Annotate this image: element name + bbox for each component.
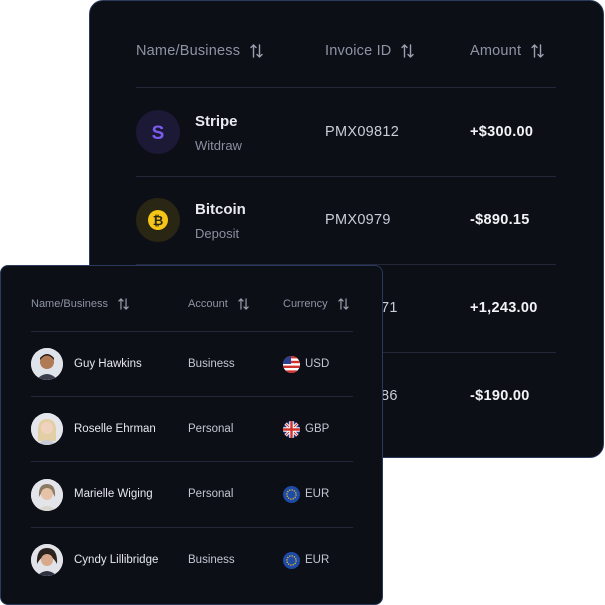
avatar — [31, 348, 63, 380]
svg-text:₿: ₿ — [153, 213, 164, 228]
currency-code: EUR — [305, 554, 330, 566]
divider — [31, 461, 353, 462]
stripe-logo-icon: S — [136, 110, 180, 154]
row-type: Witdraw — [195, 138, 242, 153]
header-currency-label: Currency — [283, 298, 328, 310]
row-name: Cyndy Lillibridge — [74, 554, 159, 566]
avatar — [31, 479, 63, 511]
divider — [31, 396, 353, 397]
amount: +1,243.00 — [470, 300, 538, 316]
header-amount-label: Amount — [470, 43, 522, 59]
header-currency[interactable]: Currency — [283, 298, 349, 310]
svg-text:S: S — [152, 123, 165, 144]
account-type: Personal — [188, 423, 234, 435]
uk-flag-icon — [283, 421, 300, 438]
eu-flag-icon — [283, 486, 300, 503]
sort-icon[interactable] — [401, 44, 415, 58]
invoice-id: PMX09812 — [325, 124, 400, 140]
divider — [136, 87, 556, 88]
invoice-id: 71 — [381, 300, 398, 316]
invoice-id: PMX0979 — [325, 212, 391, 228]
row-name: Guy Hawkins — [74, 358, 142, 370]
amount: +$300.00 — [470, 124, 534, 140]
header-amount[interactable]: Amount — [470, 43, 544, 59]
row-name: Roselle Ehrman — [74, 423, 156, 435]
header-name-business[interactable]: Name/Business — [136, 43, 263, 59]
row-type: Deposit — [195, 226, 240, 241]
header-invoice-id[interactable]: Invoice ID — [325, 43, 415, 59]
us-flag-icon — [283, 356, 300, 373]
header-invoice-id-label: Invoice ID — [325, 43, 392, 59]
account-type: Business — [188, 358, 235, 370]
avatar — [31, 544, 63, 576]
currency-code: GBP — [305, 423, 330, 435]
bitcoin-logo-icon: ₿ — [136, 198, 180, 242]
sort-icon[interactable] — [531, 44, 544, 58]
sort-icon[interactable] — [118, 298, 129, 310]
header-name-business-label: Name/Business — [136, 43, 241, 59]
divider — [31, 527, 353, 528]
currency-code: USD — [305, 358, 330, 370]
divider — [136, 176, 556, 177]
amount: -$190.00 — [470, 388, 530, 404]
header-account-label: Account — [188, 298, 228, 310]
account-type: Business — [188, 554, 235, 566]
account-type: Personal — [188, 488, 234, 500]
avatar — [31, 413, 63, 445]
sort-icon[interactable] — [238, 298, 249, 310]
amount: -$890.15 — [470, 212, 530, 228]
row-name: Marielle Wiging — [74, 488, 153, 500]
accounts-table-card: Name/Business Account Currency Guy Hawki… — [0, 265, 383, 605]
sort-icon[interactable] — [337, 298, 349, 310]
eu-flag-icon — [283, 552, 300, 569]
sort-icon[interactable] — [250, 44, 263, 58]
header-account[interactable]: Account — [188, 298, 249, 310]
invoice-id: 86 — [381, 388, 398, 404]
row-name: Bitcoin — [195, 201, 246, 218]
divider — [31, 331, 353, 332]
header-name-business-label: Name/Business — [31, 298, 109, 310]
row-name: Stripe — [195, 113, 238, 130]
header-name-business[interactable]: Name/Business — [31, 298, 129, 310]
currency-code: EUR — [305, 488, 330, 500]
